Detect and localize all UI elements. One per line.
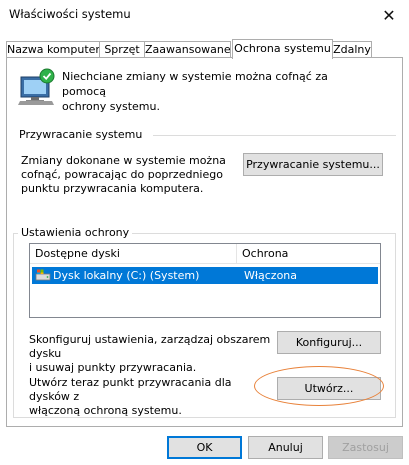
create-button[interactable]: Utwórz... bbox=[277, 377, 381, 400]
tab-computer-name[interactable]: Nazwa komputera bbox=[6, 41, 107, 57]
listview-header: Dostępne dyski Ochrona bbox=[30, 244, 380, 264]
create-text-line-2: włączoną ochroną systemu. bbox=[29, 404, 182, 417]
close-icon: ✕ bbox=[382, 5, 396, 25]
tab-remote[interactable]: Zdalny bbox=[332, 41, 372, 57]
ok-button[interactable]: OK bbox=[167, 436, 242, 459]
restore-heading: Przywracanie systemu bbox=[19, 128, 146, 141]
system-properties-window: Właściwości systemu ✕ Nazwa komputera Sp… bbox=[0, 0, 409, 465]
restore-description: Zmiany dokonane w systemie można cofnąć,… bbox=[21, 154, 251, 196]
window-title: Właściwości systemu bbox=[9, 7, 131, 21]
drive-protection-status: Włączona bbox=[244, 269, 298, 282]
intro-line-2: ochrony systemu. bbox=[62, 100, 160, 113]
restore-desc-line-2: cofnąć, powracając do poprzedniego bbox=[21, 168, 223, 181]
restore-desc-line-3: punktu przywracania komputera. bbox=[21, 182, 204, 195]
tab-advanced[interactable]: Zaawansowane bbox=[144, 41, 231, 57]
tab-strip: Nazwa komputera Sprzęt Zaawansowane Ochr… bbox=[6, 39, 403, 59]
protection-heading: Ustawienia ochrony bbox=[18, 226, 133, 239]
configure-text-line-2: i usuwaj punkty przywracania. bbox=[29, 361, 197, 374]
intro-text: Niechciane zmiany w systemie można cofną… bbox=[62, 69, 362, 114]
intro-line-1: Niechciane zmiany w systemie można cofną… bbox=[62, 70, 328, 98]
create-text-line-1: Utwórz teraz punkt przywracania dla dysk… bbox=[29, 376, 232, 403]
table-row[interactable]: Dysk lokalny (C:) (System) Włączona bbox=[32, 267, 378, 284]
configure-button[interactable]: Konfiguruj... bbox=[277, 331, 381, 354]
configure-text-line-1: Skonfiguruj ustawienia, zarządzaj obszar… bbox=[29, 333, 271, 360]
system-protection-icon bbox=[18, 68, 55, 105]
drive-name: Dysk lokalny (C:) (System) bbox=[53, 269, 200, 282]
cancel-button[interactable]: Anuluj bbox=[248, 436, 323, 459]
configure-text: Skonfiguruj ustawienia, zarządzaj obszar… bbox=[29, 333, 279, 375]
column-header-protection[interactable]: Ochrona bbox=[237, 244, 377, 263]
apply-button[interactable]: Zastosuj bbox=[328, 436, 403, 459]
column-header-drives[interactable]: Dostępne dyski bbox=[30, 244, 236, 263]
restore-desc-line-1: Zmiany dokonane w systemie można bbox=[21, 154, 226, 167]
drive-icon bbox=[35, 269, 51, 281]
title-bar: Właściwości systemu ✕ bbox=[0, 0, 409, 32]
create-text: Utwórz teraz punkt przywracania dla dysk… bbox=[29, 376, 269, 418]
drives-listview[interactable]: Dostępne dyski Ochrona Dysk lokalny (C:)… bbox=[29, 243, 381, 318]
tab-hardware[interactable]: Sprzęt bbox=[99, 41, 145, 57]
close-button[interactable]: ✕ bbox=[369, 0, 409, 30]
tab-system-protection[interactable]: Ochrona systemu bbox=[232, 39, 333, 59]
restore-divider bbox=[153, 135, 396, 136]
system-restore-button[interactable]: Przywracanie systemu... bbox=[243, 153, 383, 176]
